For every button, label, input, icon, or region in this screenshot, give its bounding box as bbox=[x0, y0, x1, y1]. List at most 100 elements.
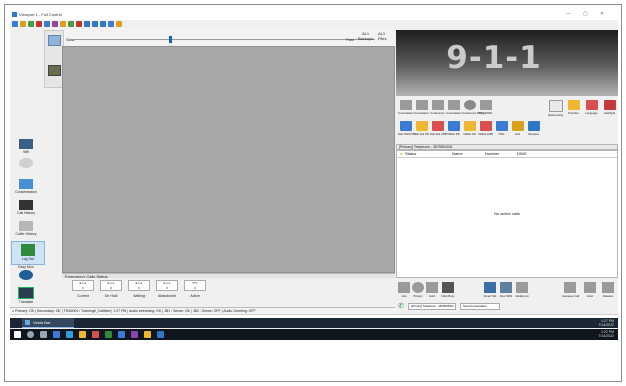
conference-button[interactable]: Conference bbox=[430, 100, 445, 115]
tool-icon[interactable] bbox=[84, 21, 90, 27]
app-icon[interactable] bbox=[144, 331, 151, 338]
new-sms-button[interactable]: New SMS bbox=[498, 282, 514, 298]
mark-busy-button[interactable]: Mark Busy bbox=[440, 282, 456, 298]
line-info-box[interactable]: [Primary] Telephone - 2875594331 bbox=[408, 303, 456, 310]
hold-button-2[interactable]: Hold bbox=[582, 282, 598, 298]
conference-icon bbox=[431, 100, 444, 110]
send-conversation-box[interactable]: Send Conversation bbox=[460, 303, 500, 310]
button-label: Hold bbox=[429, 294, 435, 298]
sidebar-label: Concentration bbox=[15, 190, 37, 194]
tool-icon[interactable] bbox=[20, 21, 26, 27]
release-button[interactable]: Release bbox=[600, 282, 616, 298]
column-status[interactable]: Status bbox=[405, 151, 416, 157]
sidebar-label: Call History bbox=[17, 211, 35, 215]
tool-icon[interactable] bbox=[44, 21, 50, 27]
toolbar bbox=[10, 20, 395, 29]
tool-icon[interactable] bbox=[12, 21, 18, 27]
speed-dial-button[interactable]: Dial SWIS PD bbox=[398, 121, 415, 136]
sidebar-label: Easy Mon bbox=[18, 265, 34, 269]
tool-icon[interactable] bbox=[60, 21, 66, 27]
taskbar-app-button[interactable]: Vesta Bar bbox=[22, 318, 74, 328]
maximize-button[interactable]: ▢ bbox=[583, 11, 588, 17]
speed-dial-button[interactable]: ALS bbox=[510, 121, 525, 136]
box-value: 0 bbox=[166, 286, 168, 290]
sidebar-item-wifi[interactable]: Wifi bbox=[10, 139, 42, 154]
sidebar-item-easy-mon[interactable]: Easy Mon bbox=[10, 265, 42, 280]
sidebar-item-concentration[interactable]: Concentration bbox=[10, 179, 42, 194]
consultation-button-2[interactable]: Consultation bbox=[446, 100, 462, 115]
button-label: VDEO FD bbox=[463, 132, 476, 136]
smart-tab-icon bbox=[484, 282, 496, 293]
tool-icon[interactable] bbox=[108, 21, 114, 27]
speed-slider-thumb[interactable] bbox=[169, 36, 172, 43]
column-number[interactable]: Number bbox=[485, 151, 499, 157]
button-label: Smart Tab bbox=[483, 294, 497, 298]
sidebar-item-caller-history[interactable]: Caller History bbox=[10, 221, 42, 236]
tty-button[interactable]: TTY / TDD bbox=[478, 100, 493, 115]
speed-dial-button[interactable]: PSD bbox=[494, 121, 509, 136]
consultation-button[interactable]: Consultation bbox=[398, 100, 414, 115]
app-icon[interactable] bbox=[105, 331, 112, 338]
app-icon[interactable] bbox=[118, 331, 125, 338]
app-icon[interactable] bbox=[131, 331, 138, 338]
task-view-icon[interactable] bbox=[40, 331, 47, 338]
speed-dial-icon bbox=[511, 121, 524, 131]
tool-icon[interactable] bbox=[28, 21, 34, 27]
speed-dial-button[interactable]: VDEO FD bbox=[462, 121, 477, 136]
speed-dial-icon bbox=[463, 121, 476, 131]
windows-start-icon[interactable] bbox=[14, 331, 21, 338]
speed-dial-button[interactable]: Dial SHI PD bbox=[414, 121, 429, 136]
conference-bridges-button[interactable]: Conference Bridges bbox=[462, 100, 487, 115]
screenshot-frame: Viewport 1 - Full Control — ▢ ✕ Slow Fas… bbox=[4, 4, 622, 382]
playback-bar: Slow Fast AL1 AL1 Backups Files bbox=[10, 29, 395, 47]
sidebar-item-translate[interactable]: Translate bbox=[10, 287, 42, 304]
app-icon[interactable] bbox=[92, 331, 99, 338]
video-viewport[interactable] bbox=[62, 46, 395, 273]
files-label: Files bbox=[378, 36, 387, 41]
edge-icon[interactable] bbox=[66, 331, 73, 338]
app-icon[interactable] bbox=[157, 331, 164, 338]
left-sidebar: Wifi Concentration Call History Caller H… bbox=[10, 29, 64, 325]
tool-icon[interactable] bbox=[36, 21, 42, 27]
explorer-icon[interactable] bbox=[79, 331, 86, 338]
fast-label: Fast bbox=[346, 37, 354, 42]
pointer-icon[interactable] bbox=[48, 35, 61, 46]
speed-track[interactable] bbox=[70, 39, 375, 40]
tool-icon[interactable] bbox=[116, 21, 122, 27]
sidebar-item-blank[interactable] bbox=[10, 158, 42, 169]
tool-icon[interactable] bbox=[76, 21, 82, 27]
speed-dial-button[interactable]: VDEO AMB bbox=[478, 121, 493, 136]
column-dnis[interactable]: DNIS bbox=[517, 151, 527, 157]
button-label: Consulation bbox=[414, 111, 429, 115]
smart-tab-button[interactable]: Smart Tab bbox=[482, 282, 498, 298]
emergency-box: 9-1-1 0 bbox=[128, 280, 150, 291]
close-button[interactable]: ✕ bbox=[600, 11, 604, 17]
camera-icon[interactable] bbox=[48, 65, 61, 76]
rebounding-button[interactable]: Rebounding bbox=[548, 100, 563, 117]
prioritize-button[interactable]: Prioritize bbox=[566, 100, 581, 115]
tool-icon[interactable] bbox=[92, 21, 98, 27]
hold-icon bbox=[426, 282, 438, 293]
speed-dial-button[interactable]: VDEO PD bbox=[446, 121, 461, 136]
speed-dial-button[interactable]: Wireless bbox=[526, 121, 541, 136]
browser-icon[interactable] bbox=[53, 331, 60, 338]
search-icon[interactable] bbox=[27, 331, 34, 338]
minimize-button[interactable]: — bbox=[566, 11, 571, 17]
tool-icon[interactable] bbox=[100, 21, 106, 27]
sidebar-item-log-out[interactable]: Log Out bbox=[11, 241, 45, 265]
empty-calls-message: No active calls bbox=[494, 211, 520, 216]
join-icon bbox=[398, 282, 410, 293]
consulation-button[interactable]: Consulation bbox=[414, 100, 429, 115]
tool-icon[interactable] bbox=[68, 21, 74, 27]
autosave-call-button[interactable]: Autosave Call bbox=[562, 282, 579, 298]
redial-list-button[interactable]: Redial List bbox=[514, 282, 530, 298]
sidebar-item-call-history[interactable]: Call History bbox=[10, 200, 42, 215]
lifeflight-button[interactable]: LifeFlight bbox=[602, 100, 617, 115]
sidebar-label: Log Out bbox=[21, 257, 35, 261]
column-name[interactable]: Name bbox=[452, 151, 463, 157]
speed-dial-button[interactable]: Dial SHI AMB bbox=[430, 121, 447, 136]
language-button[interactable]: Language bbox=[584, 100, 599, 115]
hold-button[interactable]: Hold bbox=[424, 282, 440, 298]
clock-date: 7/14/2022 bbox=[598, 323, 614, 327]
tool-icon[interactable] bbox=[52, 21, 58, 27]
